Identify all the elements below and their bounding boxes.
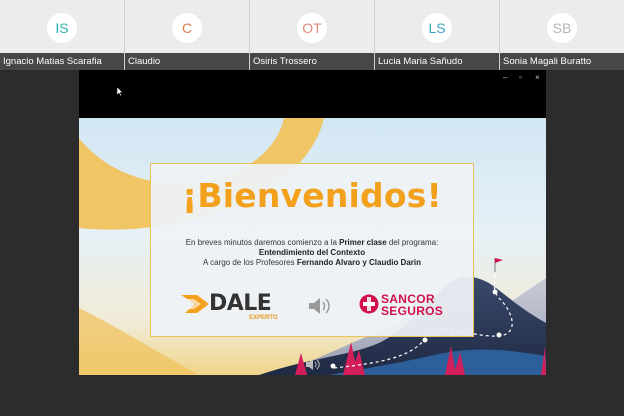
participant-tile[interactable]: C Claudio [125, 0, 250, 70]
dale-wordmark: DALE [209, 291, 272, 316]
teachers-before: A cargo de los Profesores [203, 258, 297, 267]
participant-tile[interactable]: SB Sonia Magali Buratto [500, 0, 624, 70]
avatar: C [172, 13, 202, 43]
participant-tile[interactable]: LS Lucia Maria Sañudo [375, 0, 500, 70]
participant-name: Sonia Magali Buratto [500, 53, 624, 70]
avatar: IS [47, 13, 77, 43]
dale-subtitle: EXPERTO [249, 315, 278, 321]
avatar: OT [297, 13, 327, 43]
dale-experto-logo: DALE EXPERTO [181, 291, 281, 324]
mouse-cursor-icon [117, 87, 123, 96]
restore-icon[interactable]: ▫ [519, 74, 522, 82]
seguros-wordmark: SEGUROS [381, 304, 444, 318]
participant-tile[interactable]: IS Ignacio Matias Scarafia [0, 0, 125, 70]
avatar: SB [547, 13, 577, 43]
sancor-seguros-logo: SANCOR SEGUROS [359, 292, 449, 320]
screen-share-window: – ▫ × ¡Bienvenidos! En breves minutos da… [79, 70, 546, 375]
sancor-emblem-icon [359, 294, 379, 314]
intro-after: del programa: [386, 238, 439, 247]
teachers-text: A cargo de los Profesores Fernando Alvar… [151, 258, 473, 268]
course-title: Entendimiento del Contexto [258, 248, 366, 257]
participant-name: Lucia Maria Sañudo [375, 53, 499, 70]
participant-name: Osiris Trossero [250, 53, 374, 70]
speaker-icon[interactable] [307, 296, 331, 316]
participant-tile[interactable]: OT Osiris Trossero [250, 0, 375, 70]
slide-headline: ¡Bienvenidos! [182, 176, 442, 215]
audio-icon[interactable] [305, 358, 321, 371]
intro-bold: Primer clase [339, 238, 387, 247]
presentation-slide: ¡Bienvenidos! En breves minutos daremos … [79, 118, 546, 375]
participant-strip: IS Ignacio Matias Scarafia C Claudio OT … [0, 0, 624, 70]
participant-name: Ignacio Matias Scarafia [0, 53, 124, 70]
minimize-icon[interactable]: – [503, 74, 507, 82]
welcome-card: ¡Bienvenidos! En breves minutos daremos … [150, 163, 474, 337]
intro-before: En breves minutos daremos comienzo a la [185, 238, 340, 247]
avatar: LS [422, 13, 452, 43]
dale-chevron-icon [181, 295, 209, 313]
close-icon[interactable]: × [535, 74, 540, 82]
participant-name: Claudio [125, 53, 249, 70]
share-title-bar: – ▫ × [79, 70, 546, 118]
intro-text: En breves minutos daremos comienzo a la … [151, 238, 473, 248]
teachers-names: Fernando Alvaro y Claudio Darin [296, 258, 421, 267]
